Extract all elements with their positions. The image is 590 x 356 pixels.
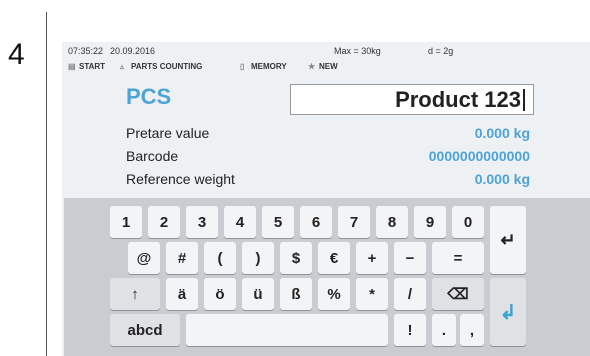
space-key[interactable] xyxy=(186,314,388,346)
key-paren-open[interactable]: ( xyxy=(204,242,236,274)
key-eszett[interactable]: ß xyxy=(280,278,312,310)
key-comma[interactable]: , xyxy=(460,314,484,346)
key-8[interactable]: 8 xyxy=(376,206,408,238)
key-at[interactable]: @ xyxy=(128,242,160,274)
abcd-key[interactable]: abcd xyxy=(110,314,180,346)
key-dollar[interactable]: $ xyxy=(280,242,312,274)
key-period[interactable]: . xyxy=(432,314,456,346)
key-plus[interactable]: + xyxy=(356,242,388,274)
key-a-umlaut[interactable]: ä xyxy=(166,278,198,310)
reference-weight-value[interactable]: 0.000 kg xyxy=(475,171,530,187)
shift-key[interactable]: ↑ xyxy=(110,278,160,310)
enter-key[interactable]: ↲ xyxy=(490,278,526,346)
on-screen-keyboard: 1 2 3 4 5 6 7 8 9 0 ↵ @ # ( ) $ € + − = … xyxy=(64,198,590,356)
barcode-label: Barcode xyxy=(126,148,179,164)
key-4[interactable]: 4 xyxy=(224,206,256,238)
status-bar: 07:35:22 20.09.2016 Max = 30kg d = 2g xyxy=(62,42,590,58)
reference-weight-label: Reference weight xyxy=(126,171,235,187)
key-0[interactable]: 0 xyxy=(452,206,484,238)
menu-new[interactable]: ★ NEW xyxy=(308,62,338,71)
key-asterisk[interactable]: * xyxy=(356,278,388,310)
barcode-value[interactable]: 0000000000000 xyxy=(429,148,530,164)
status-d: d = 2g xyxy=(428,46,454,56)
key-exclamation[interactable]: ! xyxy=(394,314,426,346)
pieces-icon: ▵ xyxy=(120,61,125,71)
scale-icon: ▤ xyxy=(68,61,76,71)
margin-rule xyxy=(46,12,47,356)
key-minus[interactable]: − xyxy=(394,242,426,274)
return-key[interactable]: ↵ xyxy=(490,206,526,274)
status-date: 20.09.2016 xyxy=(110,46,156,56)
key-9[interactable]: 9 xyxy=(414,206,446,238)
key-2[interactable]: 2 xyxy=(148,206,180,238)
key-euro[interactable]: € xyxy=(318,242,350,274)
menu-parts-counting[interactable]: ▵ PARTS COUNTING xyxy=(120,62,202,71)
star-icon: ★ xyxy=(308,61,316,71)
key-5[interactable]: 5 xyxy=(262,206,294,238)
menu-bar: ▤ START ▵ PARTS COUNTING ▯ MEMORY ★ NEW xyxy=(62,60,590,74)
pretare-label: Pretare value xyxy=(126,125,210,141)
key-equals[interactable]: = xyxy=(432,242,484,274)
text-cursor xyxy=(523,89,525,111)
backspace-key[interactable]: ⌫ xyxy=(432,278,484,310)
step-number: 4 xyxy=(8,38,25,71)
key-hash[interactable]: # xyxy=(166,242,198,274)
mode-label: PCS xyxy=(126,84,172,109)
key-7[interactable]: 7 xyxy=(338,206,370,238)
status-time: 07:35:22 xyxy=(68,46,104,56)
status-max: Max = 30kg xyxy=(334,46,381,56)
key-paren-close[interactable]: ) xyxy=(242,242,274,274)
key-percent[interactable]: % xyxy=(318,278,350,310)
key-1[interactable]: 1 xyxy=(110,206,142,238)
manual-page: 4 07:35:22 20.09.2016 Max = 30kg d = 2g … xyxy=(0,0,590,356)
menu-start[interactable]: ▤ START xyxy=(68,62,105,71)
menu-memory[interactable]: ▯ MEMORY xyxy=(240,62,287,71)
key-o-umlaut[interactable]: ö xyxy=(204,278,236,310)
device-screen: 07:35:22 20.09.2016 Max = 30kg d = 2g ▤ … xyxy=(62,42,590,356)
key-slash[interactable]: / xyxy=(394,278,426,310)
memory-icon: ▯ xyxy=(240,61,245,71)
product-name-text: Product 123 xyxy=(395,87,521,112)
product-name-input[interactable]: Product 123 xyxy=(290,84,534,115)
key-3[interactable]: 3 xyxy=(186,206,218,238)
key-u-umlaut[interactable]: ü xyxy=(242,278,274,310)
key-6[interactable]: 6 xyxy=(300,206,332,238)
pretare-value[interactable]: 0.000 kg xyxy=(475,125,530,141)
